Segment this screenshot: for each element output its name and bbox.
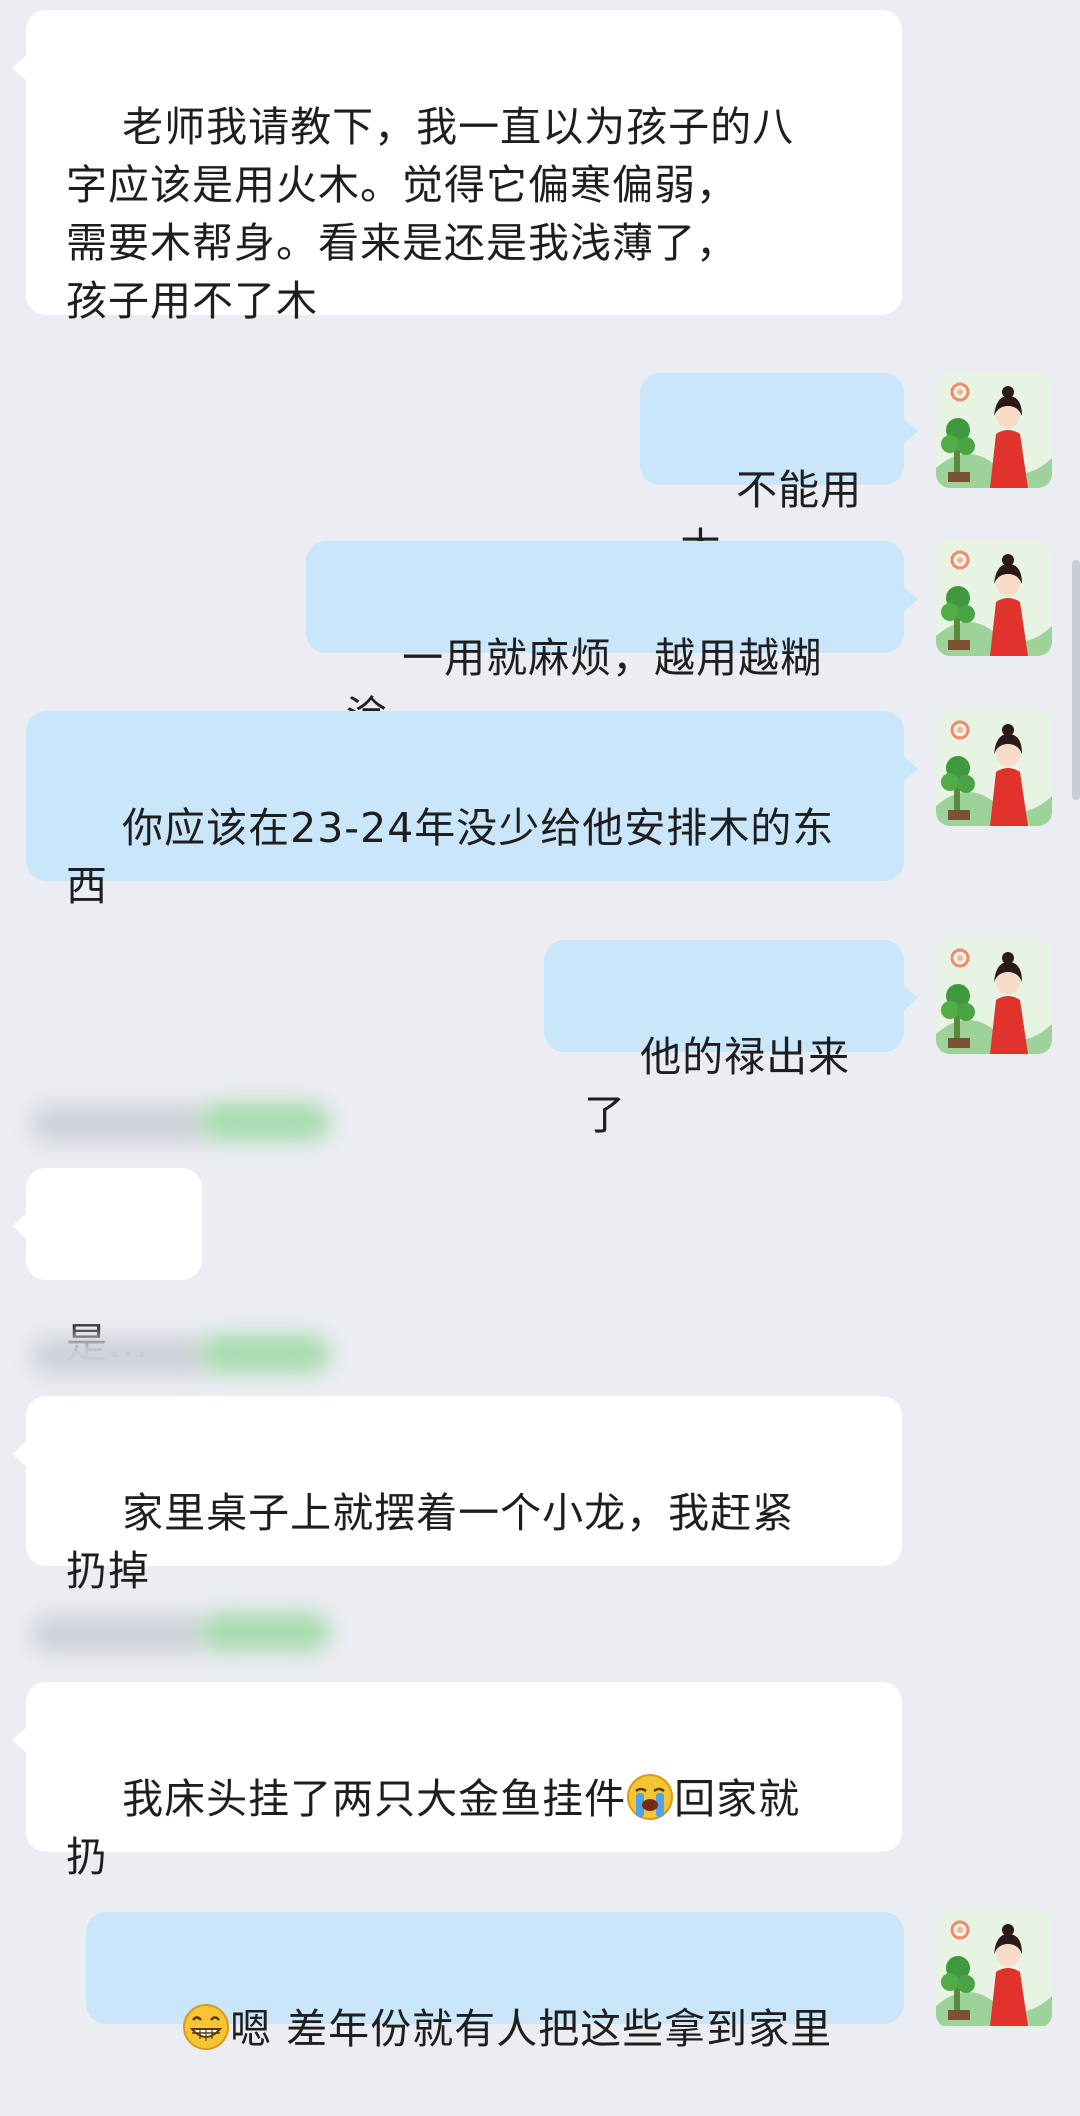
- crying-face-emoji-icon: [627, 1774, 674, 1820]
- avatar[interactable]: [936, 372, 1052, 488]
- grinning-face-emoji-icon: [183, 2004, 230, 2050]
- message-text: 嗯 差年份就有人把这些拿到家里: [230, 2005, 833, 2053]
- message-text: 你应该在23-24年没少给他安排木的东 西: [66, 804, 835, 910]
- scrollbar[interactable]: [1072, 560, 1080, 800]
- avatar[interactable]: [936, 938, 1052, 1054]
- avatar[interactable]: [936, 1910, 1052, 2028]
- avatar-image-icon: [936, 710, 1052, 826]
- avatar-image-icon: [936, 372, 1052, 488]
- message-bubble-incoming[interactable]: 老师我请教下，我一直以为孩子的八 字应该是用火木。觉得它偏寒偏弱， 需要木帮身。…: [12, 10, 902, 325]
- message-text: 他的禄出来了: [584, 1033, 851, 1139]
- message-bubble-outgoing[interactable]: 一用就麻烦，越用越糊涂: [306, 541, 918, 740]
- message-bubble-incoming[interactable]: 家里桌子上就摆着一个小龙，我赶紧 扔掉: [12, 1396, 902, 1595]
- blurred-sender-name: [30, 1330, 330, 1380]
- avatar-image-icon: [936, 1910, 1052, 2026]
- message-bubble-outgoing[interactable]: 你应该在23-24年没少给他安排木的东 西: [26, 711, 918, 910]
- message-text: 家里桌子上就摆着一个小龙，我赶紧 扔掉: [66, 1489, 795, 1595]
- message-text: 我床头挂了两只大金鱼挂件: [122, 1775, 627, 1823]
- avatar[interactable]: [936, 540, 1052, 656]
- avatar-image-icon: [936, 540, 1052, 656]
- avatar-image-icon: [936, 938, 1052, 1054]
- chat-conversation[interactable]: 老师我请教下，我一直以为孩子的八 字应该是用火木。觉得它偏寒偏弱， 需要木帮身。…: [0, 0, 1080, 2053]
- message-bubble-outgoing[interactable]: 他的禄出来了: [544, 940, 918, 1139]
- blurred-sender-name: [30, 1098, 330, 1148]
- message-bubble-incoming[interactable]: 是…: [12, 1168, 202, 1367]
- message-bubble-outgoing[interactable]: 嗯 差年份就有人把这些拿到家里: [86, 1912, 904, 2053]
- message-bubble-incoming[interactable]: 我床头挂了两只大金鱼挂件 回家就 扔: [12, 1682, 902, 1881]
- message-text: 老师我请教下，我一直以为孩子的八 字应该是用火木。觉得它偏寒偏弱， 需要木帮身。…: [66, 103, 795, 325]
- message-bubble-outgoing[interactable]: 不能用木: [640, 373, 918, 572]
- blurred-sender-name: [30, 1608, 330, 1658]
- avatar[interactable]: [936, 710, 1052, 826]
